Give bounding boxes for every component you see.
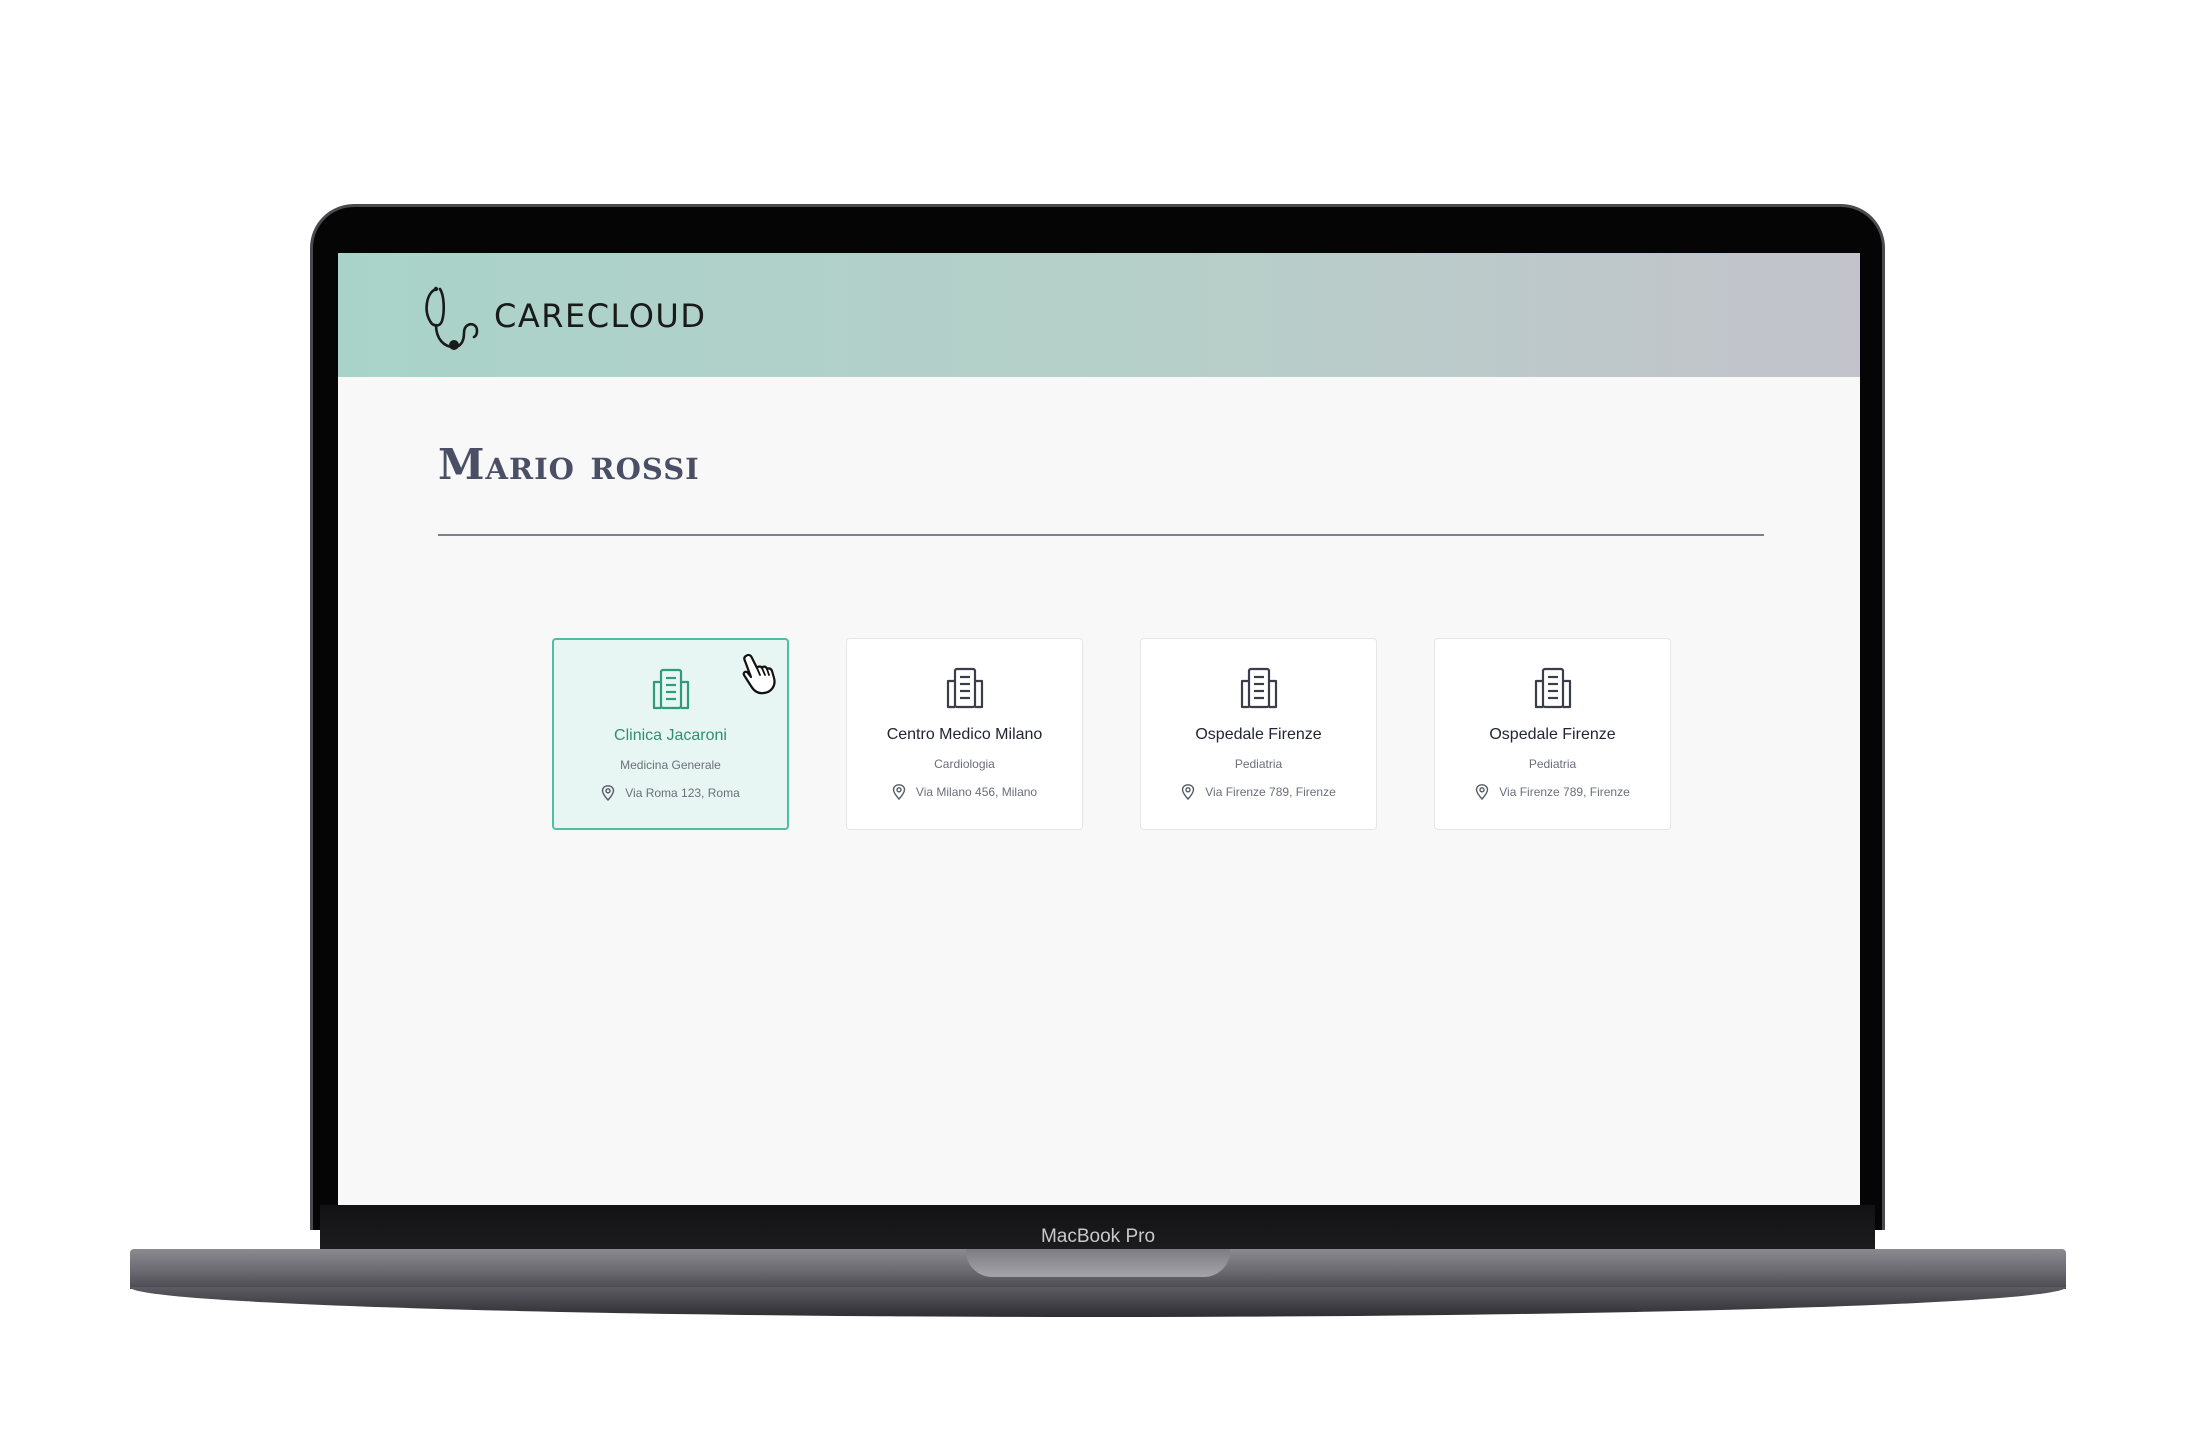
building-icon [652,668,689,710]
page-title: Mario rossi [438,440,700,489]
hand-pointer-icon [742,653,776,695]
clinic-address-text: Via Milano 456, Milano [915,785,1038,799]
building-icon [1240,667,1277,709]
clinic-address-text: Via Firenze 789, Firenze [1499,785,1630,799]
device-label: MacBook Pro [1040,1226,1156,1247]
clinic-address-text: Via Firenze 789, Firenze [1205,785,1336,799]
clinic-specialty: Cardiologia [934,757,995,771]
clinic-specialty: Pediatria [1234,757,1283,771]
clinic-name: Clinica Jacaroni [614,727,727,744]
clinic-name: Centro Medico Milano [886,726,1043,743]
clinic-specialty: Medicina Generale [620,758,721,772]
logo[interactable]: CARECLOUD [418,281,706,351]
clinic-card[interactable]: Centro Medico Milano Cardiologia Via Mil… [846,638,1083,830]
clinic-address-text: Via Roma 123, Roma [625,786,740,800]
clinic-name: Ospedale Firenze [1195,726,1322,743]
clinic-card[interactable]: Clinica Jacaroni Medicina Generale Via R… [552,638,789,830]
map-pin-icon [892,784,906,800]
app-screen: CARECLOUD Mario rossi Clinica Jacaroni M… [338,253,1860,1205]
building-icon [946,667,983,709]
clinic-name: Ospedale Firenze [1489,726,1616,743]
clinic-card[interactable]: Ospedale Firenze Pediatria Via Firenze 7… [1140,638,1377,830]
stethoscope-icon [425,286,479,350]
map-pin-icon [602,785,615,801]
logo-text: CARECLOUD [494,297,707,335]
building-icon [1534,667,1571,709]
map-pin-icon [1476,784,1489,800]
map-pin-icon [1182,784,1195,800]
clinic-card-list: Clinica Jacaroni Medicina Generale Via R… [552,638,1671,830]
clinic-specialty: Pediatria [1528,757,1577,771]
clinic-address: Via Milano 456, Milano [847,784,1082,800]
clinic-address: Via Firenze 789, Firenze [1141,784,1376,800]
title-divider [438,534,1764,536]
laptop-notch [966,1249,1230,1277]
app-header: CARECLOUD [338,253,1860,377]
laptop-base-shadow [130,1287,2066,1317]
clinic-address: Via Roma 123, Roma [554,785,787,801]
clinic-card[interactable]: Ospedale Firenze Pediatria Via Firenze 7… [1434,638,1671,830]
clinic-address: Via Firenze 789, Firenze [1435,784,1670,800]
